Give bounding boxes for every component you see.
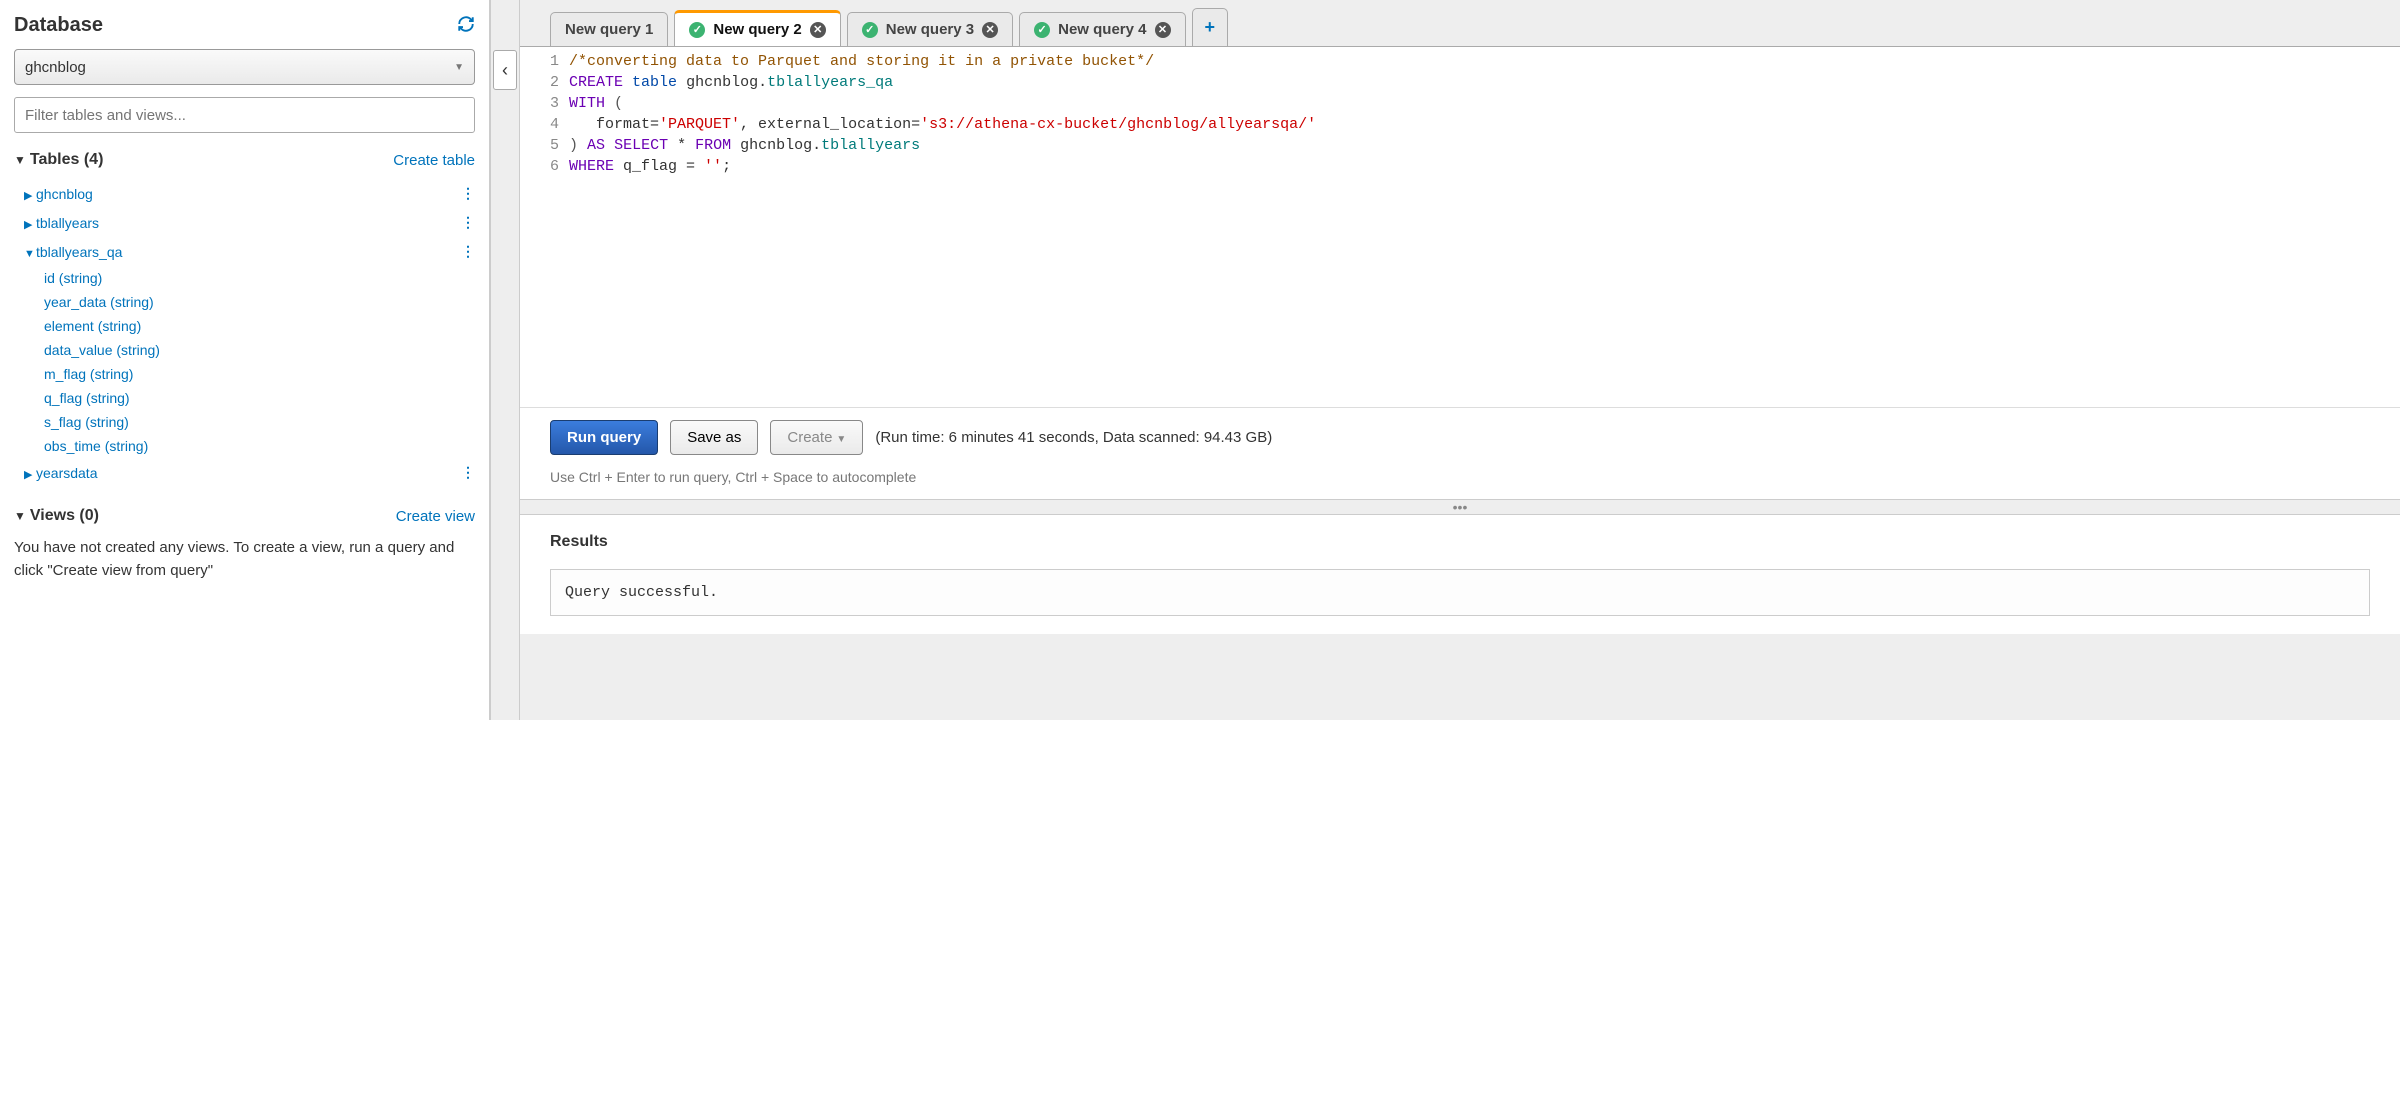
plus-icon: +	[1205, 17, 1216, 38]
table-menu-icon[interactable]: ⋮	[461, 243, 475, 260]
results-title: Results	[550, 533, 2370, 551]
panel-divider: ‹	[490, 0, 520, 720]
tables-list: ▶ghcnblog ⋮ ▶tblallyears ⋮ ▼tblallyears_…	[14, 179, 475, 487]
refresh-icon[interactable]	[457, 15, 475, 36]
views-section-header[interactable]: ▼Views (0)	[14, 507, 99, 525]
table-name[interactable]: ▼tblallyears_qa	[24, 244, 122, 260]
table-name[interactable]: ▶yearsdata	[24, 465, 97, 481]
editor-gutter: 123456	[550, 51, 569, 403]
column-item[interactable]: s_flag (string)	[44, 410, 475, 434]
caret-down-icon: ▼	[836, 434, 846, 445]
tab-label: New query 3	[886, 21, 974, 38]
close-tab-icon[interactable]: ✕	[810, 22, 826, 38]
caret-down-icon: ▼	[454, 62, 464, 73]
column-item[interactable]: element (string)	[44, 314, 475, 338]
table-menu-icon[interactable]: ⋮	[461, 464, 475, 481]
table-name[interactable]: ▶ghcnblog	[24, 186, 93, 202]
tab-new-query-4[interactable]: ✓ New query 4 ✕	[1019, 12, 1185, 46]
table-item: ▶tblallyears ⋮	[14, 208, 475, 237]
query-tabs: New query 1 ✓ New query 2 ✕ ✓ New query …	[520, 8, 2400, 46]
query-toolbar: Run query Save as Create▼ (Run time: 6 m…	[520, 407, 2400, 463]
views-empty-note: You have not created any views. To creat…	[14, 537, 475, 582]
table-item: ▶ghcnblog ⋮	[14, 179, 475, 208]
table-name[interactable]: ▶tblallyears	[24, 215, 99, 231]
column-item[interactable]: q_flag (string)	[44, 386, 475, 410]
create-dropdown-button[interactable]: Create▼	[770, 420, 863, 455]
results-panel: Results Query successful.	[520, 515, 2400, 634]
tab-label: New query 2	[713, 21, 801, 38]
chevron-left-icon: ‹	[502, 60, 508, 81]
tab-new-query-3[interactable]: ✓ New query 3 ✕	[847, 12, 1013, 46]
filter-tables-input[interactable]	[14, 97, 475, 133]
vertical-splitter[interactable]: •••	[520, 499, 2400, 515]
column-item[interactable]: id (string)	[44, 266, 475, 290]
results-message: Query successful.	[550, 569, 2370, 616]
keyboard-hint: Use Ctrl + Enter to run query, Ctrl + Sp…	[520, 463, 2400, 499]
table-item: ▼tblallyears_qa ⋮	[14, 237, 475, 266]
create-table-link[interactable]: Create table	[393, 152, 475, 169]
close-tab-icon[interactable]: ✕	[1155, 22, 1171, 38]
editor-code[interactable]: /*converting data to Parquet and storing…	[569, 51, 2400, 403]
status-ok-icon: ✓	[689, 22, 705, 38]
table-item: ▶yearsdata ⋮	[14, 458, 475, 487]
status-ok-icon: ✓	[862, 22, 878, 38]
grip-icon: •••	[1453, 499, 1468, 515]
database-selected-value: ghcnblog	[25, 59, 86, 76]
save-as-button[interactable]: Save as	[670, 420, 758, 455]
sidebar-title: Database	[14, 14, 103, 37]
tab-new-query-1[interactable]: New query 1	[550, 12, 668, 46]
database-select[interactable]: ghcnblog ▼	[14, 49, 475, 85]
add-tab-button[interactable]: +	[1192, 8, 1229, 46]
database-sidebar: Database ghcnblog ▼ ▼Tables (4) Create t…	[0, 0, 490, 720]
column-list: id (string) year_data (string) element (…	[14, 266, 475, 458]
column-item[interactable]: obs_time (string)	[44, 434, 475, 458]
collapse-sidebar-button[interactable]: ‹	[493, 50, 517, 90]
run-metadata: (Run time: 6 minutes 41 seconds, Data sc…	[875, 429, 1272, 446]
close-tab-icon[interactable]: ✕	[982, 22, 998, 38]
table-menu-icon[interactable]: ⋮	[461, 214, 475, 231]
tables-section-header[interactable]: ▼Tables (4)	[14, 151, 103, 169]
status-ok-icon: ✓	[1034, 22, 1050, 38]
tab-new-query-2[interactable]: ✓ New query 2 ✕	[674, 10, 840, 46]
sql-editor[interactable]: 123456 /*converting data to Parquet and …	[520, 46, 2400, 407]
tab-label: New query 4	[1058, 21, 1146, 38]
create-view-link[interactable]: Create view	[396, 508, 475, 525]
column-item[interactable]: data_value (string)	[44, 338, 475, 362]
tab-label: New query 1	[565, 21, 653, 38]
run-query-button[interactable]: Run query	[550, 420, 658, 455]
table-menu-icon[interactable]: ⋮	[461, 185, 475, 202]
main-area: New query 1 ✓ New query 2 ✕ ✓ New query …	[520, 0, 2400, 720]
column-item[interactable]: year_data (string)	[44, 290, 475, 314]
column-item[interactable]: m_flag (string)	[44, 362, 475, 386]
